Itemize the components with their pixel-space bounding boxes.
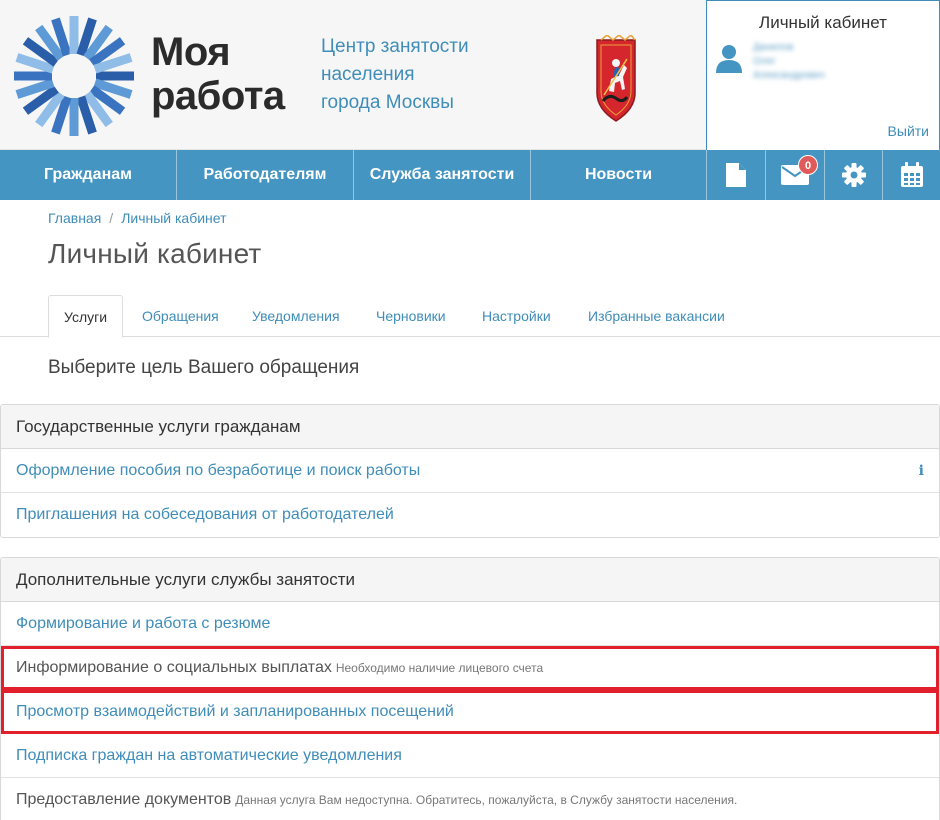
service-label: Формирование и работа с резюме xyxy=(16,615,271,632)
moscow-coat-of-arms-icon xyxy=(596,35,636,122)
breadcrumb-current[interactable]: Личный кабинет xyxy=(121,210,226,226)
center-name: Центр занятости населения города Москвы xyxy=(321,33,469,117)
service-label: Приглашения на собеседования от работода… xyxy=(16,506,394,523)
page-title: Личный кабинет xyxy=(48,238,262,269)
user-name-line-1: Данилов xyxy=(753,42,794,53)
state-services-panel: Государственные услуги гражданам Оформле… xyxy=(0,404,940,538)
account-box: Личный кабинет Данилов Олег Александрови… xyxy=(706,0,940,150)
logo-ray xyxy=(69,98,79,136)
service-interactions-and-visits[interactable]: Просмотр взаимодействий и запланированны… xyxy=(1,690,939,734)
breadcrumb-home[interactable]: Главная xyxy=(48,210,101,226)
logout-link[interactable]: Выйти xyxy=(888,123,929,139)
service-interview-invitations[interactable]: Приглашения на собеседования от работода… xyxy=(1,493,939,537)
document-icon xyxy=(726,163,746,187)
panel-heading: Государственные услуги гражданам xyxy=(1,405,939,449)
service-label: Информирование о социальных выплатах xyxy=(16,659,332,676)
user-name-line-3: Александрович xyxy=(753,70,825,81)
service-note: Необходимо наличие лицевого счета xyxy=(335,661,544,675)
center-name-line-2: населения xyxy=(321,64,415,85)
service-note: Данная услуга Вам недоступна. Обратитесь… xyxy=(235,793,738,807)
tab-requests[interactable]: Обращения xyxy=(142,295,219,337)
section-subtitle: Выберите цель Вашего обращения xyxy=(48,357,360,378)
logo-sunburst-icon[interactable] xyxy=(10,14,138,138)
nav-item-citizens[interactable]: Гражданам xyxy=(0,150,177,200)
account-user-name: Данилов Олег Александрович xyxy=(753,41,825,83)
calendar-button[interactable] xyxy=(882,150,940,200)
additional-services-panel: Дополнительные услуги службы занятости Ф… xyxy=(0,557,940,820)
tabs-bar: Услуги Обращения Уведомления Черновики Н… xyxy=(0,295,940,338)
service-label: Оформление пособия по безработице и поис… xyxy=(16,462,421,479)
center-name-line-3: города Москвы xyxy=(321,92,454,113)
calendar-icon xyxy=(900,162,923,187)
user-icon xyxy=(716,45,742,73)
logo-ray xyxy=(14,71,52,81)
settings-button[interactable] xyxy=(824,150,883,200)
nav-item-employers[interactable]: Работодателям xyxy=(177,150,354,200)
logo-line-2: работа xyxy=(151,74,285,118)
user-name-line-2: Олег xyxy=(753,56,776,67)
messages-count-badge: 0 xyxy=(798,155,818,175)
tab-drafts[interactable]: Черновики xyxy=(376,295,446,337)
gear-icon xyxy=(842,163,866,187)
tab-services[interactable]: Услуги xyxy=(48,295,124,338)
center-name-line-1: Центр занятости xyxy=(321,36,469,57)
service-social-payments-info[interactable]: Информирование о социальных выплатах Необ… xyxy=(1,646,939,690)
service-auto-notifications[interactable]: Подписка граждан на автоматические уведо… xyxy=(1,734,939,778)
service-document-submission: Предоставление документов Данная услуга В… xyxy=(1,778,939,820)
tab-notifications[interactable]: Уведомления xyxy=(252,295,340,337)
service-label: Подписка граждан на автоматические уведо… xyxy=(16,747,402,764)
service-resume[interactable]: Формирование и работа с резюме xyxy=(1,602,939,646)
documents-button[interactable] xyxy=(706,150,765,200)
site-header: Моя работа Центр занятости населения гор… xyxy=(0,0,940,150)
tab-favorite-vacancies[interactable]: Избранные вакансии xyxy=(588,295,725,337)
info-icon[interactable]: i xyxy=(919,449,924,493)
nav-item-news[interactable]: Новости xyxy=(531,150,706,200)
logo-line-1: Моя xyxy=(151,30,231,74)
logo-ray xyxy=(69,16,79,54)
messages-button[interactable]: 0 xyxy=(765,150,824,200)
main-nav: Гражданам Работодателям Служба занятости… xyxy=(0,150,940,200)
nav-item-employment-service[interactable]: Служба занятости xyxy=(354,150,531,200)
account-title: Личный кабинет xyxy=(759,13,887,32)
logo-ray xyxy=(96,71,134,81)
tab-settings[interactable]: Настройки xyxy=(482,295,551,337)
logo-text[interactable]: Моя работа xyxy=(151,30,285,118)
panel-heading: Дополнительные услуги службы занятости xyxy=(1,558,939,602)
service-unemployment-benefit[interactable]: Оформление пособия по безработице и поис… xyxy=(1,449,939,493)
service-label: Предоставление документов xyxy=(16,791,232,808)
service-label: Просмотр взаимодействий и запланированны… xyxy=(16,703,454,720)
breadcrumb-separator: / xyxy=(109,210,114,226)
breadcrumb: Главная / Личный кабинет xyxy=(48,210,227,226)
